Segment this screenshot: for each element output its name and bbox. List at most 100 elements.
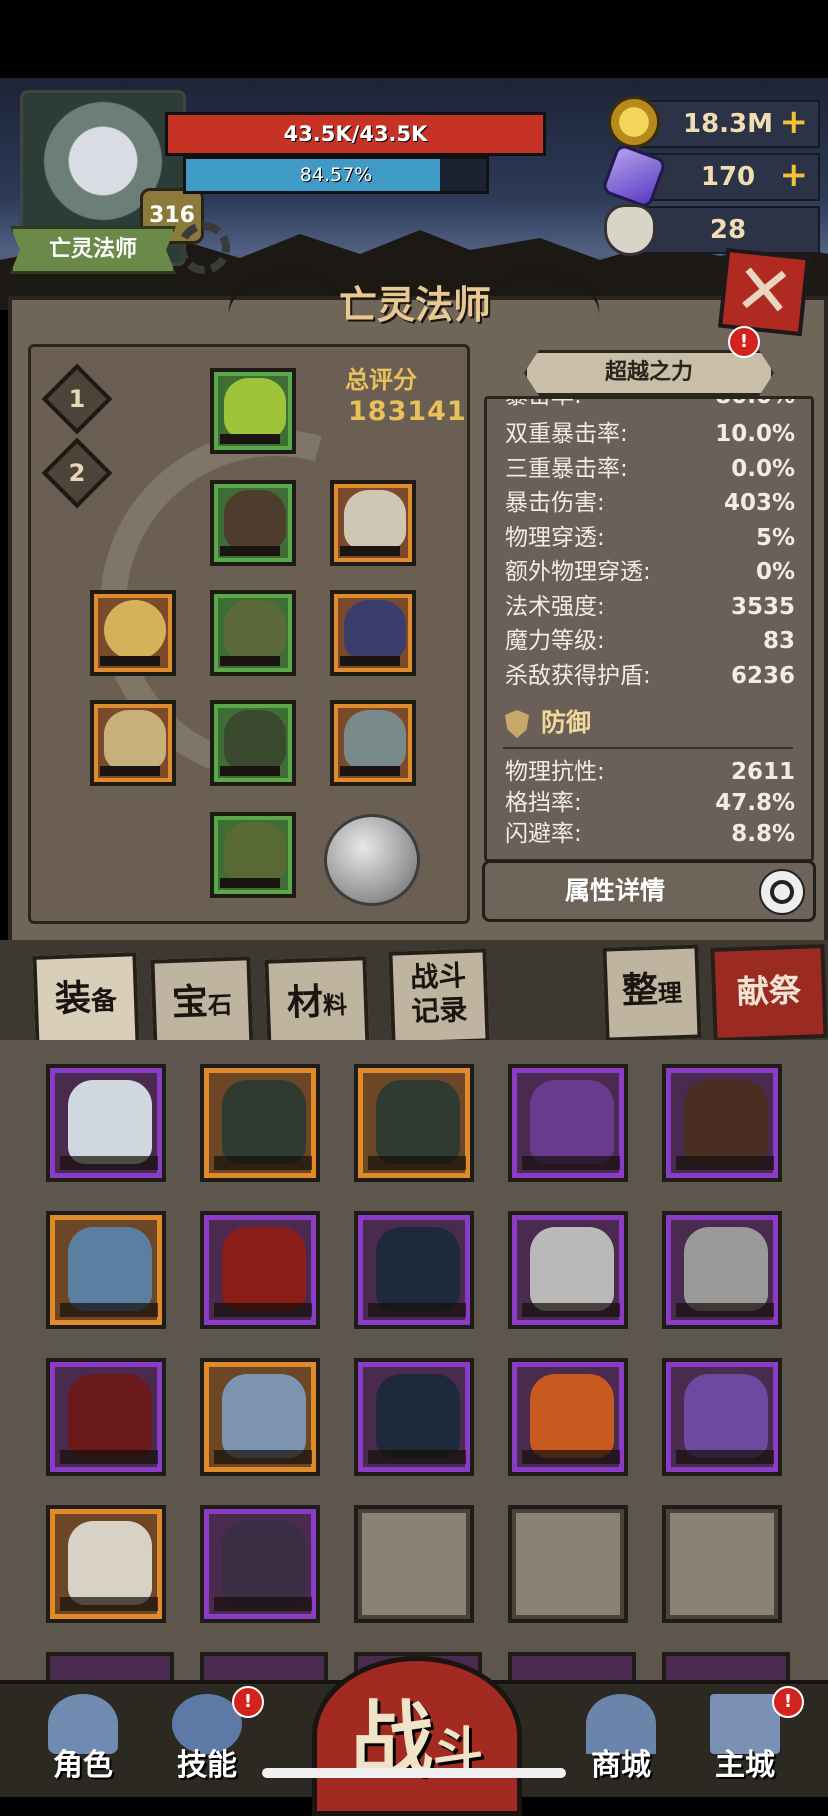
socket-bar <box>676 1450 774 1464</box>
tab-battle-log[interactable]: 战斗 记录 <box>388 948 490 1046</box>
inventory-slot-red-necklace[interactable] <box>46 1358 166 1476</box>
equip-slot-boots[interactable] <box>210 812 296 898</box>
socket-bar <box>220 656 280 666</box>
ram-skull-value: 28 <box>709 215 747 245</box>
inventory-slot-dark-cloak[interactable] <box>354 1358 474 1476</box>
stat-value: 5% <box>755 524 795 551</box>
inventory-slot-leather-armor[interactable] <box>662 1064 782 1182</box>
tab-equipment-label-2: 备 <box>90 985 118 1017</box>
magnifier-icon <box>759 869 805 915</box>
stat-label: 物理抗性: <box>505 759 605 785</box>
inventory-slot-dark-cloak[interactable] <box>354 1211 474 1329</box>
battle-button[interactable]: 战斗 <box>312 1656 522 1816</box>
defense-stat-row: 格挡率: 47.8% <box>505 786 795 820</box>
stat-label: 三重暴击率: <box>505 455 628 482</box>
equip-slot-shoulders[interactable] <box>210 480 296 566</box>
socket-bar <box>220 878 280 888</box>
stats-panel[interactable]: 暴击率: 80.0% 双重暴击率: 10.0% 三重暴击率: 0.0% 暴击伤害: 403… <box>484 396 814 862</box>
score-value: 183141 <box>348 396 467 427</box>
socket-bar <box>368 1303 466 1317</box>
equip-slot-weapon-right[interactable] <box>330 700 416 786</box>
gem-currency: 170 + <box>636 153 820 201</box>
socket-bar <box>340 656 400 666</box>
inventory-slot-dark-pants[interactable] <box>354 1064 474 1182</box>
defense-header: 防御 <box>505 703 795 743</box>
dragon-staff-icon <box>344 710 406 770</box>
socket-bar <box>100 766 160 776</box>
stat-label: 额外物理穿透: <box>505 559 651 585</box>
stat-label: 法术强度: <box>505 593 605 620</box>
equip-slot-helmet[interactable] <box>210 368 296 454</box>
stat-value: 8.8% <box>731 821 795 847</box>
stat-row: 物理穿透: 5% <box>505 521 795 555</box>
inventory-slot-empty[interactable] <box>508 1505 628 1623</box>
sort-label-1: 整 <box>621 969 659 1013</box>
inventory-slot-dark-pants[interactable] <box>200 1064 320 1182</box>
add-gold-button[interactable]: + <box>780 102 809 142</box>
inventory-slot-necklace-snowflake[interactable] <box>46 1064 166 1182</box>
defense-stat-row: 物理抗性: 2611 <box>505 755 795 789</box>
equip-slot-ring-left[interactable] <box>90 590 176 676</box>
hp-text: 43.5K/43.5K <box>283 122 428 146</box>
necklace-snowflake-icon <box>68 1080 152 1164</box>
mp-text: 84.57% <box>299 164 373 186</box>
inventory-slot-steel-chestplate[interactable] <box>508 1211 628 1329</box>
tab-materials-label-1: 材 <box>286 981 324 1025</box>
socket-bar <box>522 1156 620 1170</box>
tab-equipment-label-1: 装 <box>54 977 92 1021</box>
gear-icon[interactable] <box>178 222 230 274</box>
red-staff-icon <box>222 1227 306 1311</box>
loadout-tab-1-label: 1 <box>68 385 86 413</box>
inventory-slot-blue-shorts[interactable] <box>200 1358 320 1476</box>
stat-row: 杀敌获得护盾: 6236 <box>505 659 795 693</box>
socket-bar <box>100 656 160 666</box>
stat-label: 杀敌获得护盾: <box>505 662 651 689</box>
sacrifice-button[interactable]: 献祭 <box>710 944 828 1042</box>
stat-row: 双重暴击率: 10.0% <box>505 417 795 451</box>
nav-shop[interactable]: 商城 <box>566 1686 676 1790</box>
nav-skills-label: 技能 <box>177 1748 237 1783</box>
equip-slot-chest[interactable] <box>210 590 296 676</box>
inventory-slot-skull-necklace[interactable] <box>662 1211 782 1329</box>
socket-bar <box>220 766 280 776</box>
mp-bar: 84.57% <box>183 156 489 194</box>
nav-character-label: 角色 <box>53 1748 113 1783</box>
equip-slot-amulet[interactable] <box>330 480 416 566</box>
stat-value: 3535 <box>730 593 795 620</box>
socket-bar <box>214 1450 312 1464</box>
attribute-details-button[interactable]: 属性详情 <box>482 860 816 922</box>
close-button[interactable]: ✕ <box>718 247 810 337</box>
nav-character[interactable]: 角色 <box>28 1686 138 1790</box>
tab-equipment[interactable]: 装备 <box>32 952 140 1050</box>
inventory-slot-purple-scepter[interactable] <box>662 1358 782 1476</box>
equip-slot-legs[interactable] <box>210 700 296 786</box>
stat-value: 83 <box>762 628 795 654</box>
stat-value: 10.0% <box>715 421 795 447</box>
equip-slot-weapon-left[interactable] <box>90 700 176 786</box>
stat-row: 额外物理穿透: 0% <box>505 555 795 589</box>
sort-button[interactable]: 整理 <box>602 944 702 1042</box>
skills-alert-icon: ! <box>232 1686 264 1718</box>
stat-value: 47.8% <box>715 790 795 816</box>
inventory-slot-red-staff[interactable] <box>200 1211 320 1329</box>
inventory-slot-empty[interactable] <box>662 1505 782 1623</box>
hp-bar: 43.5K/43.5K <box>165 112 546 156</box>
silver-medal-icon[interactable] <box>324 814 420 906</box>
sacrifice-label: 献祭 <box>736 970 802 1012</box>
inventory-slot-purple-helmet[interactable] <box>508 1064 628 1182</box>
inventory-slot-empty[interactable] <box>354 1505 474 1623</box>
inventory-slot-spellbook[interactable] <box>46 1211 166 1329</box>
socket-bar <box>340 766 400 776</box>
inventory-slot-white-dragon-robe[interactable] <box>46 1505 166 1623</box>
gold-currency: 18.3M + <box>636 100 820 148</box>
inventory-slot-shadow-boots[interactable] <box>200 1505 320 1623</box>
defense-stat-row: 闪避率: 8.8% <box>505 817 795 851</box>
transcend-power-button[interactable]: 超越之力 <box>524 350 774 396</box>
inventory-slot-fire-feather-bow[interactable] <box>508 1358 628 1476</box>
blue-shorts-icon <box>222 1374 306 1458</box>
tab-gems-label-1: 宝 <box>171 981 209 1025</box>
stat-value: 2611 <box>730 759 795 785</box>
equip-slot-ring-right[interactable] <box>330 590 416 676</box>
add-gem-button[interactable]: + <box>780 155 809 195</box>
dark-pants-icon <box>222 1080 306 1164</box>
